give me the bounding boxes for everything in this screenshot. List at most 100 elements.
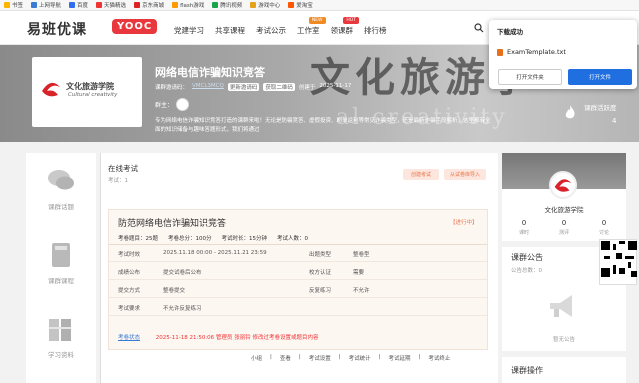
group-meta: 课群邀请码： VMCL3MCQ 更新邀请码 获取二维码 创建于 2025-11-… — [155, 83, 351, 91]
college-logo-icon — [554, 179, 572, 192]
bookmark-item[interactable]: 书签 — [4, 1, 23, 9]
stat-discussions: 0 讨论 — [584, 219, 624, 236]
menu-item-ranking[interactable]: 排行榜 — [364, 25, 387, 36]
logo-en-text: Cultural creativity — [68, 92, 118, 98]
bookmark-item[interactable]: 天猫精选 — [96, 1, 126, 9]
sidebar-item-courses[interactable]: 课群课程 — [26, 241, 96, 285]
detail-value: 2025.11.18 00:00 - 2025.11.21 23:59 — [163, 250, 267, 256]
bookmark-item[interactable]: 京东商城 — [134, 1, 164, 9]
bookmark-item[interactable]: 游戏中心 — [250, 1, 280, 9]
stat-label: 课时 — [518, 230, 529, 236]
sidebar-label: 课群话题 — [48, 203, 74, 211]
detail-value: 整卷提交 — [163, 288, 186, 294]
bookmark-item[interactable]: 百度 — [69, 1, 88, 9]
download-filename: ExamTemplate.txt — [507, 48, 566, 56]
hot-badge: HOT — [343, 17, 359, 24]
sidebar-item-topics[interactable]: 课群话题 — [26, 167, 96, 211]
exam-count: 考试：1 — [108, 178, 128, 184]
exam-title[interactable]: 防范网络电信诈骗知识竞答 — [118, 216, 226, 229]
video-icon — [212, 2, 219, 8]
group-profile-card: 文化旅游学院 0 课时 0 测评 0 讨论 — [502, 153, 626, 241]
notice-title: 课群公告 — [511, 253, 543, 262]
detail-key: 考试要求 — [118, 306, 141, 312]
taobao-icon — [288, 2, 295, 8]
activity-label: 课群活跃度 — [584, 104, 617, 112]
action-extend[interactable]: 考试延期 — [389, 354, 411, 362]
notice-count: 公告总数：0 — [511, 268, 542, 274]
menu-item-lead-group[interactable]: 领课群 HOT — [331, 17, 359, 36]
activity-value: 4 — [612, 117, 617, 125]
baidu-icon — [69, 2, 76, 8]
menu-item-exam-notice[interactable]: 考试公示 — [256, 25, 286, 36]
stat-value: 0 — [601, 219, 607, 227]
bookmarks-bar: 书签 上网导航 百度 天猫精选 京东商城 flash游戏 腾讯视频 游戏中心 爱… — [0, 0, 639, 11]
book-icon — [46, 241, 76, 269]
get-qrcode-button[interactable]: 获取二维码 — [263, 83, 295, 91]
action-stats[interactable]: 考试统计 — [349, 354, 371, 362]
status-log-label[interactable]: 考卷状态 — [118, 335, 140, 341]
stat-lessons: 0 课时 — [504, 219, 544, 236]
detail-key: 校方认证 — [309, 270, 332, 276]
bookmark-item[interactable]: flash游戏 — [172, 1, 204, 9]
file-icon — [497, 48, 503, 56]
section-title: 在线考试 — [108, 164, 138, 173]
invite-code[interactable]: VMCL3MCQ — [192, 83, 224, 91]
yooc-logo[interactable]: YOOC — [112, 19, 158, 34]
flame-icon — [565, 105, 575, 119]
separator: | — [298, 354, 301, 360]
exam-detail-row: 成绩公布 提交试卷后公布 校方认证 需要 — [109, 262, 487, 280]
ops-title: 课群操作 — [511, 366, 543, 375]
tmall-icon — [96, 2, 103, 8]
search-icon[interactable] — [474, 23, 484, 33]
bookmark-item[interactable]: 爱淘宝 — [288, 1, 313, 9]
left-sidebar: 课群话题 课群课程 学习资料 — [26, 153, 96, 383]
detail-key: 成绩公布 — [118, 270, 141, 276]
download-file[interactable]: ExamTemplate.txt — [497, 48, 629, 56]
detail-value: 提交试卷后公布 — [163, 270, 202, 276]
detail-value: 不允许 — [353, 288, 370, 294]
main-menu: 党建学习 共享课程 考试公示 工作室 NEW 领课群 HOT 排行榜 — [174, 17, 387, 36]
stat-tests: 0 测评 — [544, 219, 584, 236]
open-folder-button[interactable]: 打开文件夹 — [498, 69, 562, 85]
exam-detail-row: 考试要求 不允许反复练习 — [109, 298, 487, 316]
download-title: 下载成功 — [497, 28, 523, 36]
bookmark-item[interactable]: 上网导航 — [31, 1, 61, 9]
bookmark-item[interactable]: 腾讯视频 — [212, 1, 242, 9]
status-log-text: 修改过考卷设置或题目内容 — [252, 335, 319, 341]
invite-code-label: 课群邀请码： — [155, 85, 189, 91]
action-settings[interactable]: 考试设置 — [309, 354, 331, 362]
exam-stat: 考卷总分：100分 — [168, 236, 212, 242]
update-code-button[interactable]: 更新邀请码 — [227, 83, 260, 91]
activity-block: 课群活跃度 4 — [565, 102, 617, 125]
site-logo[interactable]: 易班优课 — [27, 19, 87, 39]
menu-item-party[interactable]: 党建学习 — [174, 25, 204, 36]
detail-value: 整卷型 — [353, 252, 370, 258]
group-avatar[interactable] — [549, 171, 577, 199]
sidebar-label: 课群课程 — [48, 277, 74, 285]
star-icon — [4, 2, 10, 8]
import-exam-button[interactable]: 从试卷库导入 — [444, 169, 487, 180]
logo-cn-text: 文化旅游学院 — [66, 81, 114, 91]
menu-item-studio[interactable]: 工作室 NEW — [297, 17, 326, 36]
owner-avatar[interactable] — [176, 98, 190, 111]
sidebar-item-materials[interactable]: 学习资料 — [26, 315, 96, 359]
new-badge: NEW — [308, 17, 326, 24]
exam-stat: 考试时长：15分钟 — [221, 236, 268, 242]
detail-key: 出题类型 — [309, 252, 332, 258]
create-exam-button[interactable]: 创建考试 — [403, 169, 440, 180]
qr-code[interactable] — [599, 239, 637, 285]
download-popup: 下载成功 ExamTemplate.txt 打开文件夹 打开文件 — [489, 20, 637, 89]
notice-empty: 暂无公告 — [552, 337, 575, 343]
action-terminate[interactable]: 考试终止 — [428, 354, 450, 362]
megaphone-icon — [550, 295, 572, 317]
right-panel: 文化旅游学院 0 课时 0 测评 0 讨论 课群公告 公告总数：0 暂无公告 课群操作 — [502, 153, 639, 383]
menu-item-shared-courses[interactable]: 共享课程 — [215, 25, 245, 36]
chat-icon — [46, 167, 76, 195]
stat-label: 讨论 — [598, 230, 609, 236]
action-group[interactable]: 小组 — [251, 354, 262, 362]
college-logo-icon — [42, 82, 60, 97]
open-file-button[interactable]: 打开文件 — [568, 69, 632, 85]
exam-panel: 在线考试 考试：1 创建考试 从试卷库导入 防范网络电信诈骗知识竞答 【进行中】… — [100, 153, 498, 383]
action-view[interactable]: 查看 — [280, 354, 291, 362]
exam-stat: 考卷题目：25题 — [118, 236, 158, 242]
